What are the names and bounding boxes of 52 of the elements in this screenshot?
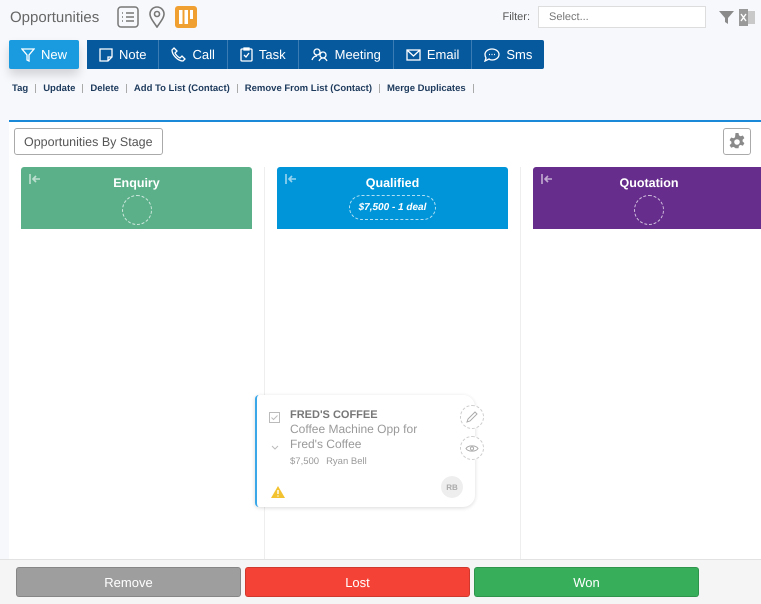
- note-button[interactable]: Note: [87, 40, 160, 69]
- card-subtitle: Coffee Machine Opp for Fred's Coffee: [290, 422, 418, 452]
- owner-initials: RB: [441, 476, 463, 498]
- people-icon: [310, 47, 329, 62]
- stage-name: Qualified: [366, 176, 420, 190]
- meeting-button[interactable]: Meeting: [298, 40, 394, 69]
- action-link[interactable]: Tag: [12, 83, 28, 94]
- task-button[interactable]: Task: [228, 40, 299, 69]
- board-title-button[interactable]: Opportunities By Stage: [14, 128, 163, 155]
- stage-name: Quotation: [619, 176, 678, 190]
- action-link[interactable]: Update: [43, 83, 76, 94]
- stage-summary: $7,500 - 1 deal: [348, 195, 436, 220]
- opportunity-card[interactable]: FRED'S COFFEE Coffee Machine Opp for Fred's Coffee $7,500 Ryan Bell RB: [255, 395, 475, 507]
- filter-icon[interactable]: [719, 10, 734, 24]
- action-link[interactable]: Merge Duplicates: [387, 83, 466, 94]
- empty-summary-icon: [122, 195, 152, 225]
- phone-icon: [171, 47, 186, 62]
- collapse-icon[interactable]: [29, 174, 41, 184]
- sms-button[interactable]: Sms: [472, 40, 544, 69]
- spreadsheet-icon[interactable]: [739, 8, 755, 26]
- action-link[interactable]: Add To List (Contact): [134, 83, 230, 94]
- eye-icon: [465, 444, 479, 452]
- edit-button[interactable]: [460, 405, 484, 429]
- card-title: FRED'S COFFEE: [290, 409, 379, 421]
- action-link[interactable]: Delete: [90, 83, 119, 94]
- stage-action-button[interactable]: Lost: [245, 567, 470, 597]
- card-owner: Ryan Bell: [326, 456, 367, 467]
- chat-icon: [484, 48, 500, 62]
- pencil-icon: [466, 411, 478, 423]
- collapse-icon[interactable]: [541, 174, 553, 184]
- email-button[interactable]: Email: [394, 40, 472, 69]
- page-title: Opportunities: [10, 8, 100, 26]
- filter-field[interactable]: Select...: [538, 6, 706, 28]
- list-view-button[interactable]: [117, 6, 140, 28]
- card-amount: $7,500: [290, 456, 320, 467]
- note-icon: [99, 48, 114, 62]
- gear-icon: [728, 132, 746, 150]
- envelope-icon: [406, 48, 421, 60]
- filter-label: Filter:: [502, 11, 530, 23]
- collapse-icon[interactable]: [285, 174, 297, 184]
- empty-summary-icon: [634, 195, 664, 225]
- view-button[interactable]: [460, 436, 484, 460]
- checkbox-icon[interactable]: [269, 412, 280, 423]
- chevron-icon[interactable]: [271, 445, 279, 450]
- clipboard-icon: [240, 47, 253, 62]
- action-link[interactable]: Remove From List (Contact): [244, 83, 372, 94]
- filter-icon: [21, 48, 35, 62]
- stage-name: Enquiry: [113, 176, 160, 190]
- settings-button[interactable]: [723, 128, 751, 155]
- map-view-button[interactable]: [148, 6, 166, 28]
- call-button[interactable]: Call: [159, 40, 228, 69]
- board-view-button[interactable]: [175, 6, 198, 28]
